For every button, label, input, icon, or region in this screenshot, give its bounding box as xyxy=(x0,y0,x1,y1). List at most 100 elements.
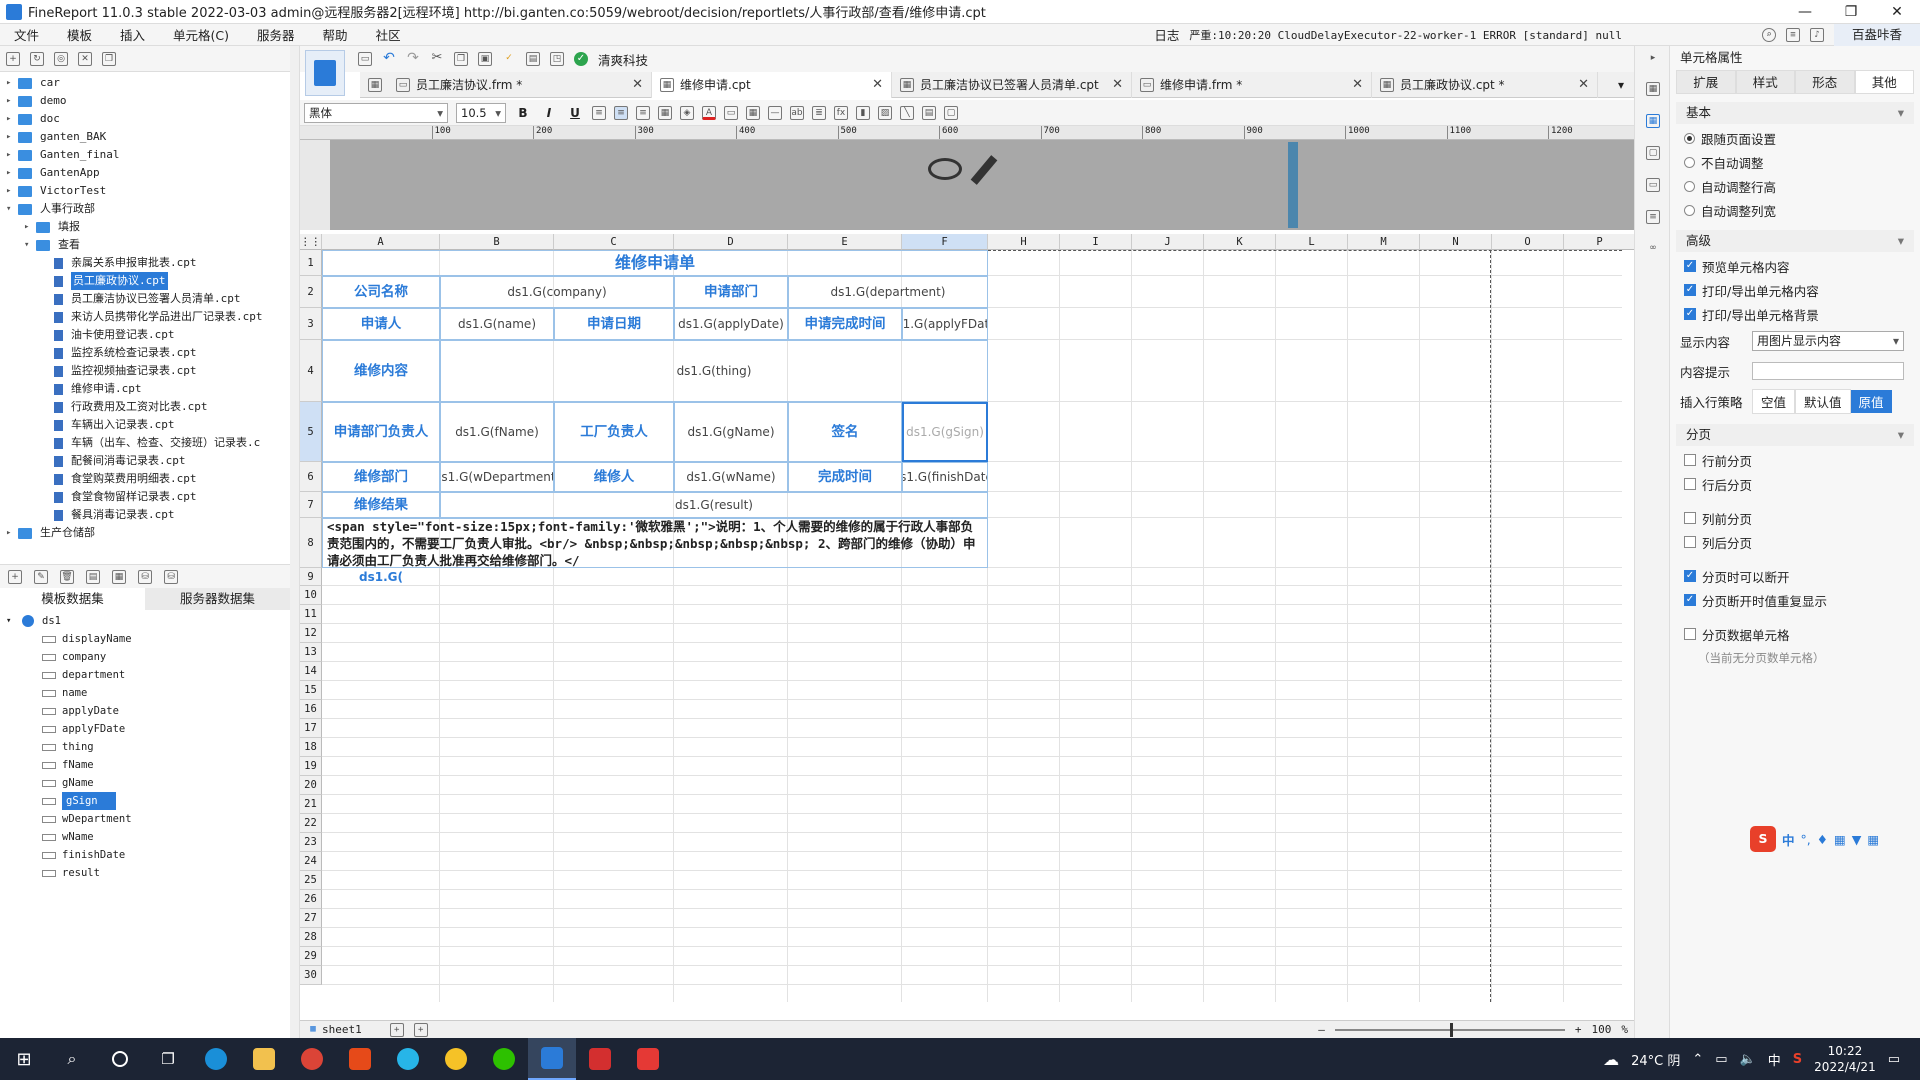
dataset-field[interactable]: applyDate xyxy=(0,702,290,720)
youdao-icon[interactable] xyxy=(624,1038,672,1080)
tab-1[interactable]: ▦ 维修申请.cpt ✕ xyxy=(652,72,892,98)
slash-icon[interactable]: ╲ xyxy=(900,105,914,120)
cell-dept-value[interactable]: ds1.G(department) xyxy=(788,276,988,308)
section-basic[interactable]: 基本 xyxy=(1676,102,1914,124)
border-icon[interactable]: ▦ xyxy=(658,105,672,120)
menu-community[interactable]: 社区 xyxy=(362,25,415,44)
font-family-select[interactable]: 黑体 xyxy=(304,102,448,123)
formula-icon[interactable]: fx xyxy=(834,105,848,120)
tree-file[interactable]: 亲属关系申报审批表.cpt xyxy=(0,254,290,272)
row-header[interactable]: 27 xyxy=(300,909,322,928)
user-name[interactable]: 百盎咔香 xyxy=(1833,23,1920,46)
ime-apps-icon[interactable]: ▦ xyxy=(1867,832,1879,847)
volume-icon[interactable]: 🔈 xyxy=(1740,1052,1756,1067)
tab-form[interactable]: 形态 xyxy=(1795,70,1855,94)
template-param-icon[interactable]: ▤ xyxy=(526,52,540,66)
row-header[interactable]: 9 xyxy=(300,568,322,586)
report-designer-icon[interactable] xyxy=(305,50,345,96)
add-dataset-icon[interactable]: + xyxy=(8,569,22,584)
cell-note[interactable]: <span style="font-size:15px;font-family:… xyxy=(322,518,988,568)
expand-arrow-icon[interactable]: ▾ xyxy=(6,200,18,218)
row-header[interactable]: 17 xyxy=(300,719,322,738)
delete-icon[interactable]: ✕ xyxy=(78,51,92,66)
sheet-tab[interactable]: sheet1 xyxy=(322,1023,362,1036)
zoom-slider[interactable] xyxy=(1334,1022,1565,1037)
cell-finish-value[interactable]: ds1.G(finishDate) xyxy=(902,462,988,492)
row-header[interactable]: 23 xyxy=(300,833,322,852)
collapse-right-icon[interactable]: ▸ xyxy=(1646,52,1660,66)
richtext-icon[interactable]: ≣ xyxy=(812,105,826,120)
wechat-icon[interactable] xyxy=(480,1038,528,1080)
column-header[interactable]: L xyxy=(1276,234,1348,250)
tree-folder[interactable]: ▸ VictorTest xyxy=(0,182,290,200)
start-button[interactable]: ⊞ xyxy=(0,1038,48,1080)
menu-cell[interactable]: 单元格(C) xyxy=(159,25,243,44)
column-header[interactable]: N xyxy=(1420,234,1492,250)
tab-list-icon[interactable]: ▦ xyxy=(368,78,382,92)
ime-keyboard-icon[interactable]: ▦ xyxy=(1834,832,1846,847)
cell-company-value[interactable]: ds1.G(company) xyxy=(440,276,674,308)
save-icon[interactable]: ▭ xyxy=(358,52,372,66)
line-icon[interactable]: — xyxy=(768,105,782,120)
cell-title[interactable]: 维修申请单 xyxy=(322,250,988,276)
tab-4[interactable]: ▦ 员工廉政协议.cpt * ✕ xyxy=(1372,72,1598,98)
cloud-icon[interactable]: ☁ xyxy=(1603,1050,1619,1069)
close-tab-0-icon[interactable]: ✕ xyxy=(632,72,643,98)
corner-select-all[interactable]: ⋮⋮ xyxy=(300,234,322,250)
log-message[interactable]: 严重:10:20:20 CloudDelayExecutor-22-worker… xyxy=(1189,27,1622,43)
tab-style[interactable]: 样式 xyxy=(1735,70,1795,94)
tree-file[interactable]: 食堂购菜费用明细表.cpt xyxy=(0,470,290,488)
finereport-taskbar-icon[interactable] xyxy=(528,1038,576,1080)
check-icon[interactable]: ✓ xyxy=(574,52,588,66)
underline-button[interactable]: U xyxy=(566,106,584,120)
row-header[interactable]: 13 xyxy=(300,643,322,662)
search-taskbar-icon[interactable]: ⌕ xyxy=(48,1038,96,1080)
column-header[interactable]: E xyxy=(788,234,902,250)
tree-file[interactable]: 餐具消毒记录表.cpt xyxy=(0,506,290,524)
cell-row9[interactable]: ds1.G( xyxy=(322,568,440,586)
cell-worker-value[interactable]: ds1.G(wName) xyxy=(674,462,788,492)
cell-finish-label[interactable]: 完成时间 xyxy=(788,462,902,492)
database-icon[interactable]: ⛁ xyxy=(138,569,152,584)
ime-lang-icon[interactable]: 中 xyxy=(1782,830,1795,849)
cell-applicant-value[interactable]: ds1.G(name) xyxy=(440,308,554,340)
tree-file[interactable]: 员工廉政协议.cpt xyxy=(0,272,290,290)
tab-expand[interactable]: 扩展 xyxy=(1676,70,1736,94)
tree-file[interactable]: 油卡使用登记表.cpt xyxy=(0,326,290,344)
dataset-field[interactable]: applyFDate xyxy=(0,720,290,738)
cell-head-label[interactable]: 申请部门负责人 xyxy=(322,402,440,462)
dataset-field[interactable]: displayName xyxy=(0,630,290,648)
row-header[interactable]: 24 xyxy=(300,852,322,871)
table-icon[interactable]: ▦ xyxy=(112,569,126,584)
maximize-button[interactable]: ❐ xyxy=(1828,0,1874,24)
cell-wdept-label[interactable]: 维修部门 xyxy=(322,462,440,492)
row-header[interactable]: 3 xyxy=(300,308,322,340)
align-right-icon[interactable]: ≡ xyxy=(636,105,650,120)
tree-folder[interactable]: ▸ Ganten_final xyxy=(0,146,290,164)
cell-dept-label[interactable]: 申请部门 xyxy=(674,276,788,308)
close-window-button[interactable]: ✕ xyxy=(1874,0,1920,24)
preview-icon[interactable]: ▤ xyxy=(86,569,100,584)
chk-preview-content[interactable]: ✓ xyxy=(1684,260,1696,272)
expand-arrow-icon[interactable]: ▸ xyxy=(6,524,18,542)
row-header[interactable]: 21 xyxy=(300,795,322,814)
chrome-icon[interactable] xyxy=(288,1038,336,1080)
more-icon[interactable]: ▢ xyxy=(944,105,958,120)
tab-template-datasets[interactable]: 模板数据集 xyxy=(0,588,145,610)
menu-server[interactable]: 服务器 xyxy=(243,25,309,44)
dataset-field[interactable]: result xyxy=(0,864,290,882)
expand-arrow-icon[interactable]: ▸ xyxy=(6,92,18,110)
tree-folder[interactable]: ▸ doc xyxy=(0,110,290,128)
tree-folder[interactable]: ▸ demo xyxy=(0,92,290,110)
condition-icon[interactable]: ▭ xyxy=(1646,178,1660,192)
radio-auto-row-height[interactable] xyxy=(1684,180,1695,192)
tree-file[interactable]: 维修申请.cpt xyxy=(0,380,290,398)
fill-color-icon[interactable]: ◈ xyxy=(680,105,694,120)
chk-print-background[interactable]: ✓ xyxy=(1684,308,1696,320)
cell-applicant-label[interactable]: 申请人 xyxy=(322,308,440,340)
expand-arrow-icon[interactable]: ▾ xyxy=(24,236,36,254)
row-header[interactable]: 14 xyxy=(300,662,322,681)
zoom-out-icon[interactable]: — xyxy=(1318,1023,1325,1036)
new-folder-icon[interactable]: + xyxy=(6,51,20,66)
row-header[interactable]: 6 xyxy=(300,462,322,492)
